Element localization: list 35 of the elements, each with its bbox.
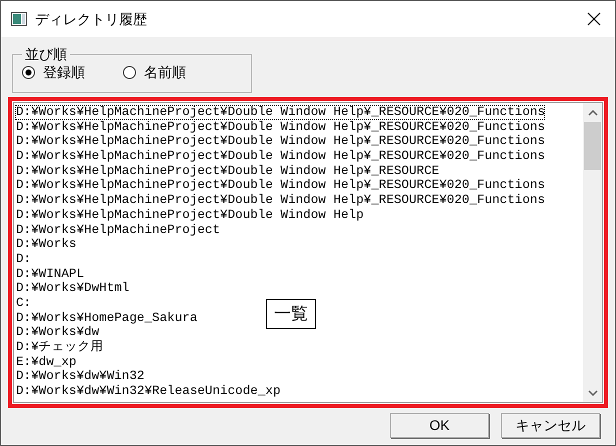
radio-label[interactable]: 名前順 — [144, 62, 186, 83]
list-item[interactable]: D:¥Works — [15, 237, 76, 252]
dialog-button[interactable]: キャンセル — [501, 413, 600, 438]
list-item[interactable]: D:¥Works¥HelpMachineProject¥Double Window Help¥_RESOURCE¥020_Functions — [15, 193, 546, 208]
list-item[interactable]: D:¥Works¥HelpMachineProject¥Double Window Help¥_RESOURCE¥020_Functions — [15, 178, 546, 194]
list-item[interactable]: D:¥Works¥dw — [15, 325, 100, 340]
scroll-up-icon[interactable] — [588, 110, 598, 116]
radio-button[interactable] — [123, 66, 136, 79]
list-item[interactable]: C: — [15, 296, 32, 311]
list-item[interactable]: D:¥Works¥DwHtml — [15, 281, 130, 296]
list-item[interactable]: D:¥チェック用 — [15, 340, 104, 355]
list-item[interactable]: D:¥Works¥HelpMachineProject — [15, 222, 220, 238]
radio-label[interactable]: 登録順 — [43, 62, 85, 83]
dialog-button[interactable]: OK — [390, 413, 489, 438]
list-item[interactable]: D:¥Works¥HelpMachineProject¥Double Window Help¥_RESOURCE¥020_Functions — [15, 105, 546, 120]
callout-label: 一覧 — [266, 299, 316, 329]
window-app-icon — [11, 12, 27, 26]
list-item[interactable]: D:¥WINAPL — [15, 266, 84, 282]
list-item[interactable]: D:¥Works¥HelpMachineProject¥Double Window Help¥_RESOURCE¥020_Functions — [15, 149, 546, 164]
list-item[interactable]: D:¥Works¥HelpMachineProject¥Double Window Help¥_RESOURCE¥020_Functions — [15, 134, 546, 150]
list-item[interactable]: D:¥Works¥dw¥Win32¥ReleaseUnicode_xp — [15, 384, 281, 399]
list-item[interactable]: D:¥Works¥HelpMachineProject¥Double Window Help¥_RESOURCE¥020_Functions — [15, 120, 546, 134]
list-item[interactable]: D: — [15, 252, 32, 267]
scroll-thumb[interactable] — [584, 122, 601, 170]
group-label: 並び順 — [24, 47, 68, 61]
list-item[interactable]: D:¥Works¥HomePage_Sakura — [15, 310, 198, 326]
window-title: ディレクトリ履歴 — [35, 10, 147, 28]
radio-button[interactable] — [22, 66, 35, 79]
close-icon[interactable] — [587, 12, 601, 26]
scroll-down-icon[interactable] — [588, 390, 598, 396]
list-item[interactable]: D:¥Works¥HelpMachineProject¥Double Window Help — [15, 208, 364, 222]
list-item[interactable]: D:¥Works¥dw¥Win32 — [15, 369, 144, 384]
list-item[interactable]: E:¥dw_xp — [15, 354, 76, 370]
scrollbar[interactable] — [583, 103, 602, 402]
list-item[interactable]: D:¥Works¥HelpMachineProject¥Double Window Help¥_RESOURCE — [15, 164, 440, 178]
